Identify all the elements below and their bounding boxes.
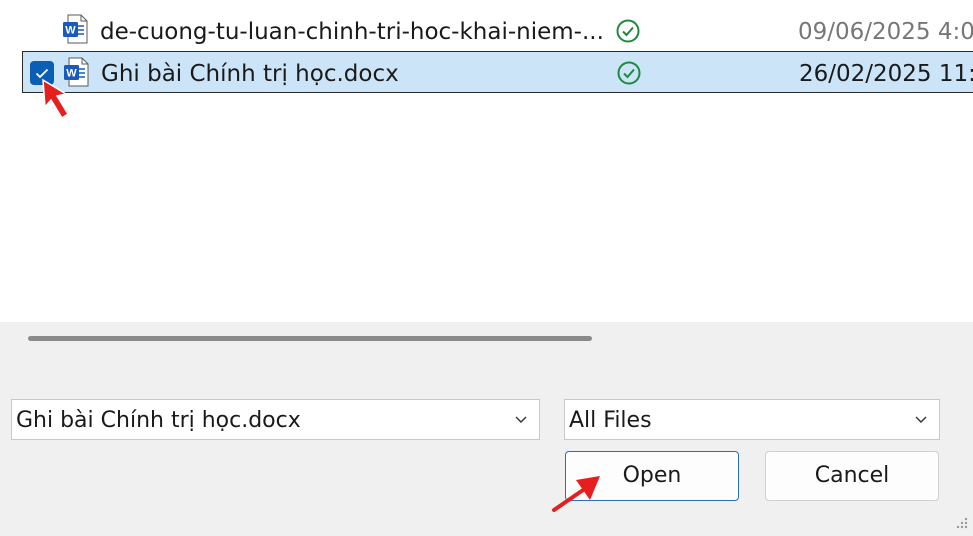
- open-button[interactable]: Open: [565, 451, 739, 501]
- chevron-down-icon[interactable]: [913, 411, 929, 427]
- file-name: Ghi bài Chính trị học.docx: [101, 61, 399, 87]
- cancel-button[interactable]: Cancel: [765, 451, 939, 501]
- svg-text:W: W: [65, 25, 76, 37]
- file-date: 09/06/2025 4:08: [798, 19, 973, 45]
- filename-value: Ghi bài Chính trị học.docx: [16, 408, 301, 433]
- filename-combobox[interactable]: Ghi bài Chính trị học.docx: [11, 399, 540, 440]
- synced-check-icon: [617, 61, 641, 85]
- file-row[interactable]: W de-cuong-tu-luan-chinh-tri-hoc-khai-ni…: [22, 10, 973, 52]
- dialog-footer: Ghi bài Chính trị học.docx All Files Ope…: [0, 322, 973, 536]
- chevron-down-icon[interactable]: [513, 411, 529, 427]
- file-date: 26/02/2025 11:3: [799, 61, 973, 87]
- file-row-selected[interactable]: W Ghi bài Chính trị học.docx 26/02/2025 …: [22, 51, 973, 93]
- filetype-value: All Files: [569, 408, 652, 433]
- svg-text:W: W: [66, 68, 77, 80]
- word-doc-icon: W: [64, 57, 89, 87]
- file-list: W de-cuong-tu-luan-chinh-tri-hoc-khai-ni…: [0, 0, 973, 322]
- filetype-combobox[interactable]: All Files: [564, 399, 940, 440]
- synced-check-icon: [616, 19, 640, 43]
- resize-grip-icon[interactable]: [953, 516, 969, 532]
- checkmark-icon: [35, 68, 49, 79]
- horizontal-scrollbar[interactable]: [28, 336, 592, 341]
- file-name: de-cuong-tu-luan-chinh-tri-hoc-khai-niem…: [100, 19, 604, 45]
- row-checkbox[interactable]: [30, 61, 54, 85]
- word-doc-icon: W: [63, 14, 88, 44]
